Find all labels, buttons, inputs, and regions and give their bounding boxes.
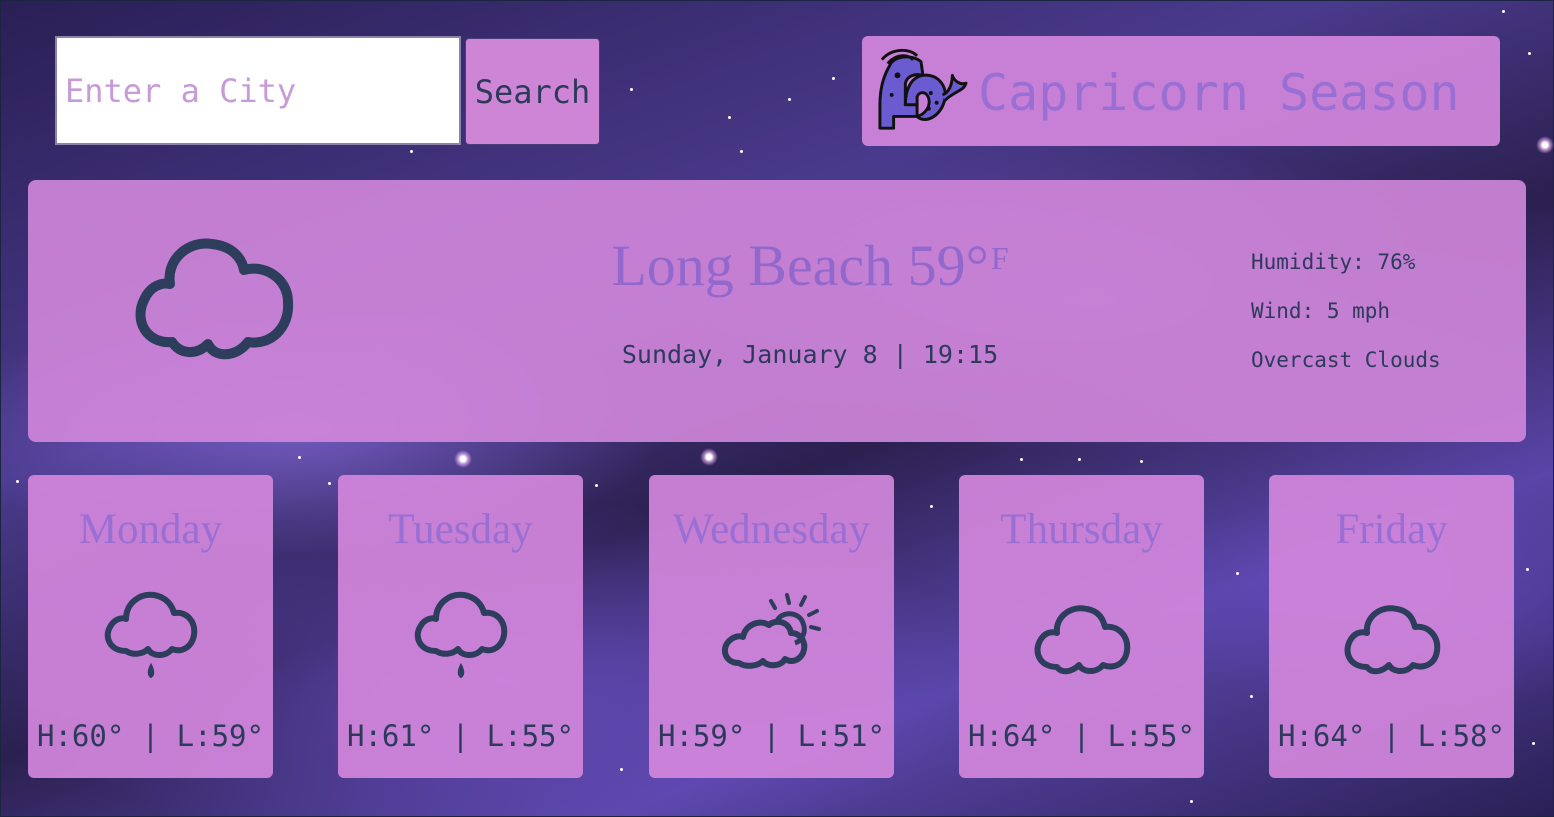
temperature-value: 59° xyxy=(907,233,989,298)
humidity: Humidity: 76% xyxy=(1251,250,1416,274)
rain-icon xyxy=(104,591,198,679)
city-temperature: Long Beach 59°F xyxy=(600,232,1020,299)
forecast-high-low: H:64° | L:58° xyxy=(1278,719,1505,753)
forecast-high-low: H:61° | L:55° xyxy=(347,719,574,753)
season-banner: Capricorn Season xyxy=(862,36,1500,146)
cloud-icon xyxy=(1034,605,1131,675)
forecast-day-card: Monday H:60° | L:59° xyxy=(28,475,273,778)
partly-cloudy-icon xyxy=(721,593,821,669)
forecast-day-card: Thursday H:64° | L:55° xyxy=(959,475,1204,778)
cloud-icon xyxy=(135,238,294,360)
forecast-day-card: Wednesday H:59° | L:51° xyxy=(649,475,894,778)
forecast-high-low: H:60° | L:59° xyxy=(37,719,264,753)
forecast-day-name: Tuesday xyxy=(388,506,533,553)
season-title: Capricorn Season xyxy=(978,64,1460,122)
forecast-day-name: Thursday xyxy=(1000,506,1163,553)
forecast-high-low: H:64° | L:55° xyxy=(968,719,1195,753)
current-weather-card: Long Beach 59°F Sunday, January 8 | 19:1… xyxy=(28,180,1526,442)
forecast-day-name: Friday xyxy=(1335,506,1448,553)
forecast-day-card: Friday H:64° | L:58° xyxy=(1269,475,1514,778)
weather-description: Overcast Clouds xyxy=(1251,348,1441,372)
city-name: Long Beach xyxy=(611,233,894,298)
weather-details: Humidity: 76% Wind: 5 mph Overcast Cloud… xyxy=(1251,238,1441,385)
cloud-icon xyxy=(1344,605,1441,675)
current-datetime: Sunday, January 8 | 19:15 xyxy=(621,340,999,369)
forecast-high-low: H:59° | L:51° xyxy=(658,719,885,753)
capricorn-icon xyxy=(878,48,968,130)
temperature-unit: F xyxy=(990,240,1009,276)
search-button[interactable]: Search xyxy=(465,38,600,145)
forecast-day-card: Tuesday H:61° | L:55° xyxy=(338,475,583,778)
forecast-day-name: Wednesday xyxy=(672,506,871,553)
city-search-input[interactable] xyxy=(55,36,461,145)
wind-speed: Wind: 5 mph xyxy=(1251,299,1391,323)
rain-icon xyxy=(414,591,508,679)
forecast-day-name: Monday xyxy=(78,506,223,553)
